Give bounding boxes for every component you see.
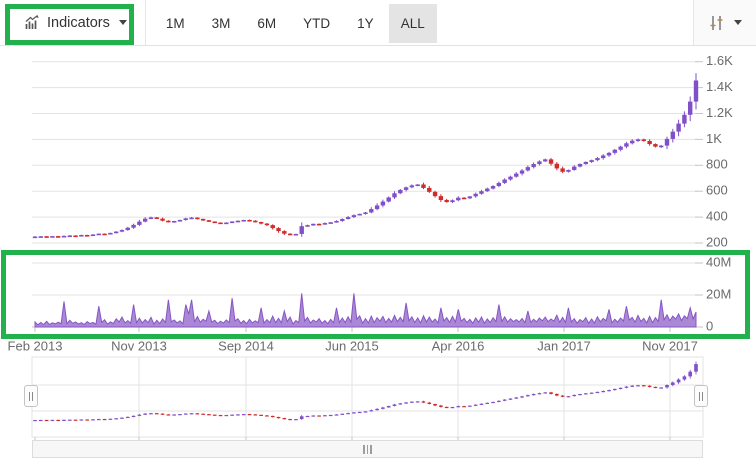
period-button-6m[interactable]: 6M xyxy=(245,4,288,43)
period-buttons: 1M3M6MYTD1YALL xyxy=(154,0,437,45)
period-button-all[interactable]: ALL xyxy=(389,4,437,43)
svg-text:1.2K: 1.2K xyxy=(706,105,733,120)
svg-text:1.4K: 1.4K xyxy=(706,79,733,94)
indicators-group: Indicators xyxy=(0,0,146,45)
svg-text:20M: 20M xyxy=(706,286,731,301)
chart-type-button[interactable] xyxy=(694,0,756,45)
indicators-button[interactable]: Indicators xyxy=(16,9,135,37)
navigator-scrollbar[interactable] xyxy=(32,440,703,458)
navigator-left-handle[interactable] xyxy=(24,385,38,407)
svg-text:800: 800 xyxy=(706,157,728,172)
svg-text:Jan 2017: Jan 2017 xyxy=(537,338,591,353)
period-button-3m[interactable]: 3M xyxy=(200,4,243,43)
svg-text:400: 400 xyxy=(706,209,728,224)
svg-text:Feb 2013: Feb 2013 xyxy=(8,338,63,353)
svg-text:Nov 2013: Nov 2013 xyxy=(111,338,167,353)
price-volume-chart[interactable]: 200 400 600 800 1K 1.2K 1.4K 1.6K 0 20M 40M Feb 201… xyxy=(0,46,756,462)
indicators-chart-icon xyxy=(24,15,40,31)
navigator-right-handle[interactable] xyxy=(694,385,708,407)
chevron-down-icon xyxy=(119,20,127,25)
navigator-series xyxy=(33,361,698,421)
svg-text:Nov 2017: Nov 2017 xyxy=(642,338,698,353)
toolbar-spacer xyxy=(437,0,693,45)
candlestick-series xyxy=(33,73,698,238)
indicators-label: Indicators xyxy=(47,15,110,31)
chart-type-icon xyxy=(708,15,725,31)
period-button-ytd[interactable]: YTD xyxy=(291,4,342,43)
svg-text:40M: 40M xyxy=(706,254,731,269)
period-button-1m[interactable]: 1M xyxy=(154,4,197,43)
svg-text:1.6K: 1.6K xyxy=(706,53,733,68)
toolbar: Indicators 1M3M6MYTD1YALL xyxy=(0,0,756,46)
svg-text:600: 600 xyxy=(706,183,728,198)
svg-text:200: 200 xyxy=(706,234,728,249)
stock-chart-app: Indicators 1M3M6MYTD1YALL 200 400 600 800 1K… xyxy=(0,0,756,462)
svg-text:Apr 2016: Apr 2016 xyxy=(432,338,485,353)
scrollbar-grip-icon[interactable] xyxy=(363,445,372,454)
period-button-1y[interactable]: 1Y xyxy=(345,4,386,43)
svg-text:Jun 2015: Jun 2015 xyxy=(325,338,379,353)
svg-text:0: 0 xyxy=(706,318,713,333)
chevron-down-icon xyxy=(734,20,742,25)
chart-area: 200 400 600 800 1K 1.2K 1.4K 1.6K 0 20M 40M Feb 201… xyxy=(0,46,756,462)
svg-text:1K: 1K xyxy=(706,131,722,146)
svg-text:Sep 2014: Sep 2014 xyxy=(218,338,274,353)
